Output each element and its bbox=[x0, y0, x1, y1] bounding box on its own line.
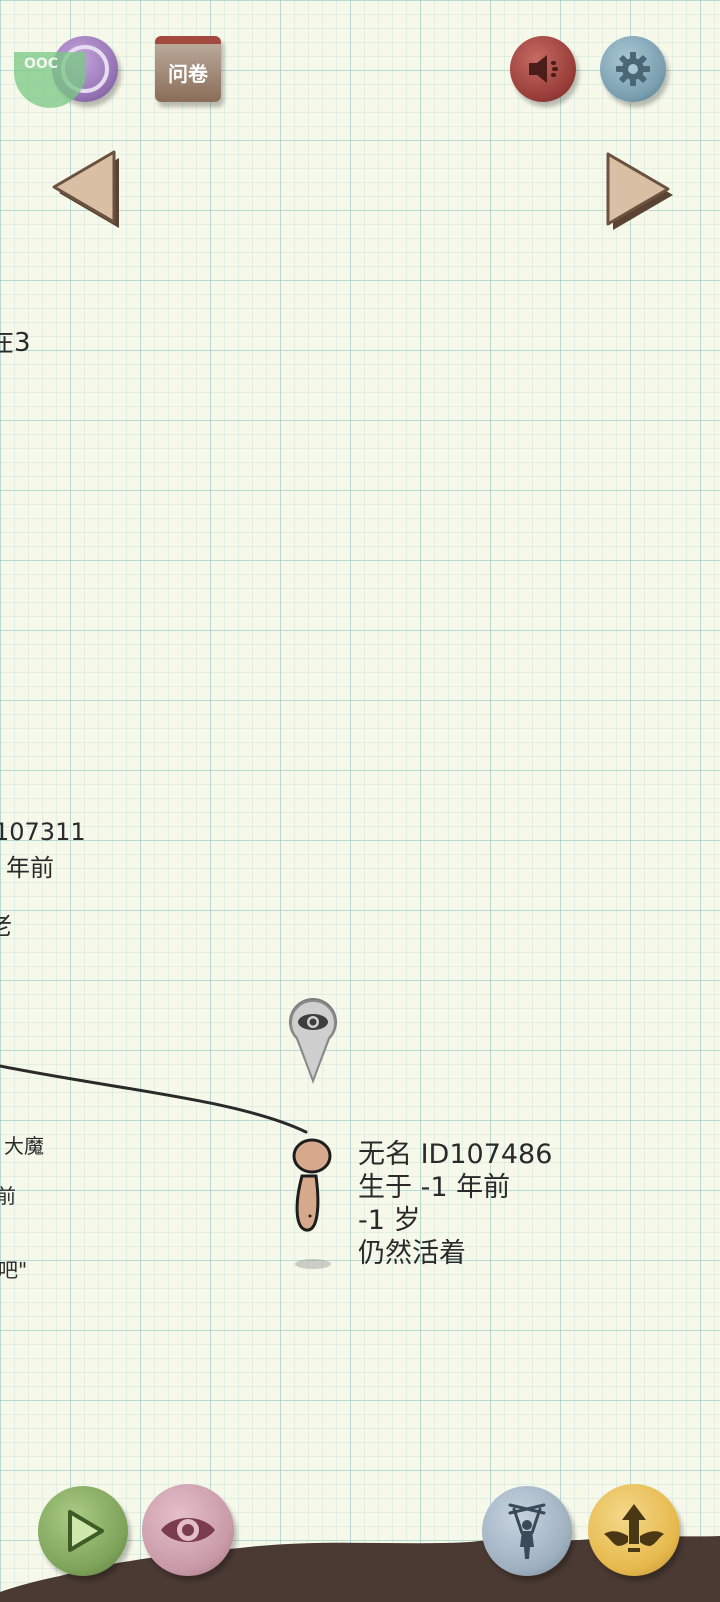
puppet-icon bbox=[508, 1503, 546, 1559]
character-shadow bbox=[295, 1259, 331, 1269]
survey-label: 问卷 bbox=[168, 62, 208, 86]
gear-icon bbox=[616, 52, 650, 86]
settings-button[interactable] bbox=[600, 36, 666, 102]
character-name: 无名 ID107486 bbox=[358, 1139, 553, 1170]
partial-text-f: ) bbox=[0, 1156, 2, 1180]
winged-arrow-icon bbox=[604, 1504, 664, 1552]
play-button[interactable] bbox=[38, 1486, 128, 1576]
play-icon bbox=[68, 1510, 104, 1552]
eye-marker-pin[interactable] bbox=[284, 993, 342, 1087]
character-status: 仍然活着 bbox=[358, 1238, 466, 1269]
upgrade-button[interactable] bbox=[588, 1484, 680, 1576]
sound-button[interactable] bbox=[510, 36, 576, 102]
eye-icon bbox=[161, 1518, 215, 1542]
logo-text: OOC bbox=[24, 56, 59, 72]
survey-button[interactable]: 问卷 bbox=[155, 36, 221, 102]
character-info: 无名 ID107486 生于 -1 年前 -1 岁 仍然活着 bbox=[358, 1138, 552, 1270]
character-figure[interactable] bbox=[284, 1136, 344, 1276]
character-age: -1 岁 bbox=[358, 1205, 421, 1236]
speaker-icon bbox=[529, 55, 558, 83]
partial-text-h: 吧" bbox=[0, 1258, 28, 1282]
left-arrow-icon bbox=[52, 150, 119, 228]
character-born: 生于 -1 年前 bbox=[358, 1172, 511, 1203]
partial-text-a: 在3 bbox=[0, 328, 31, 358]
puppet-button[interactable] bbox=[482, 1486, 572, 1576]
eye-marker-icon bbox=[289, 998, 337, 1084]
character-body bbox=[295, 1174, 320, 1232]
next-button[interactable] bbox=[604, 150, 676, 232]
partial-text-d: 老 bbox=[0, 906, 12, 941]
character-head bbox=[292, 1138, 332, 1174]
partial-text-g: 前 bbox=[0, 1184, 16, 1208]
eye-button[interactable] bbox=[142, 1484, 234, 1576]
prev-button[interactable] bbox=[50, 148, 122, 230]
partial-text-c: 年前 bbox=[6, 854, 54, 882]
partial-text-b: 107311 bbox=[0, 818, 86, 846]
game-canvas[interactable]: OOC 问卷 在3 107311 年前 大魔 前 吧" 无名 ID107486 … bbox=[0, 0, 720, 1602]
lineage-line bbox=[0, 1064, 308, 1134]
right-arrow-icon bbox=[606, 152, 673, 230]
